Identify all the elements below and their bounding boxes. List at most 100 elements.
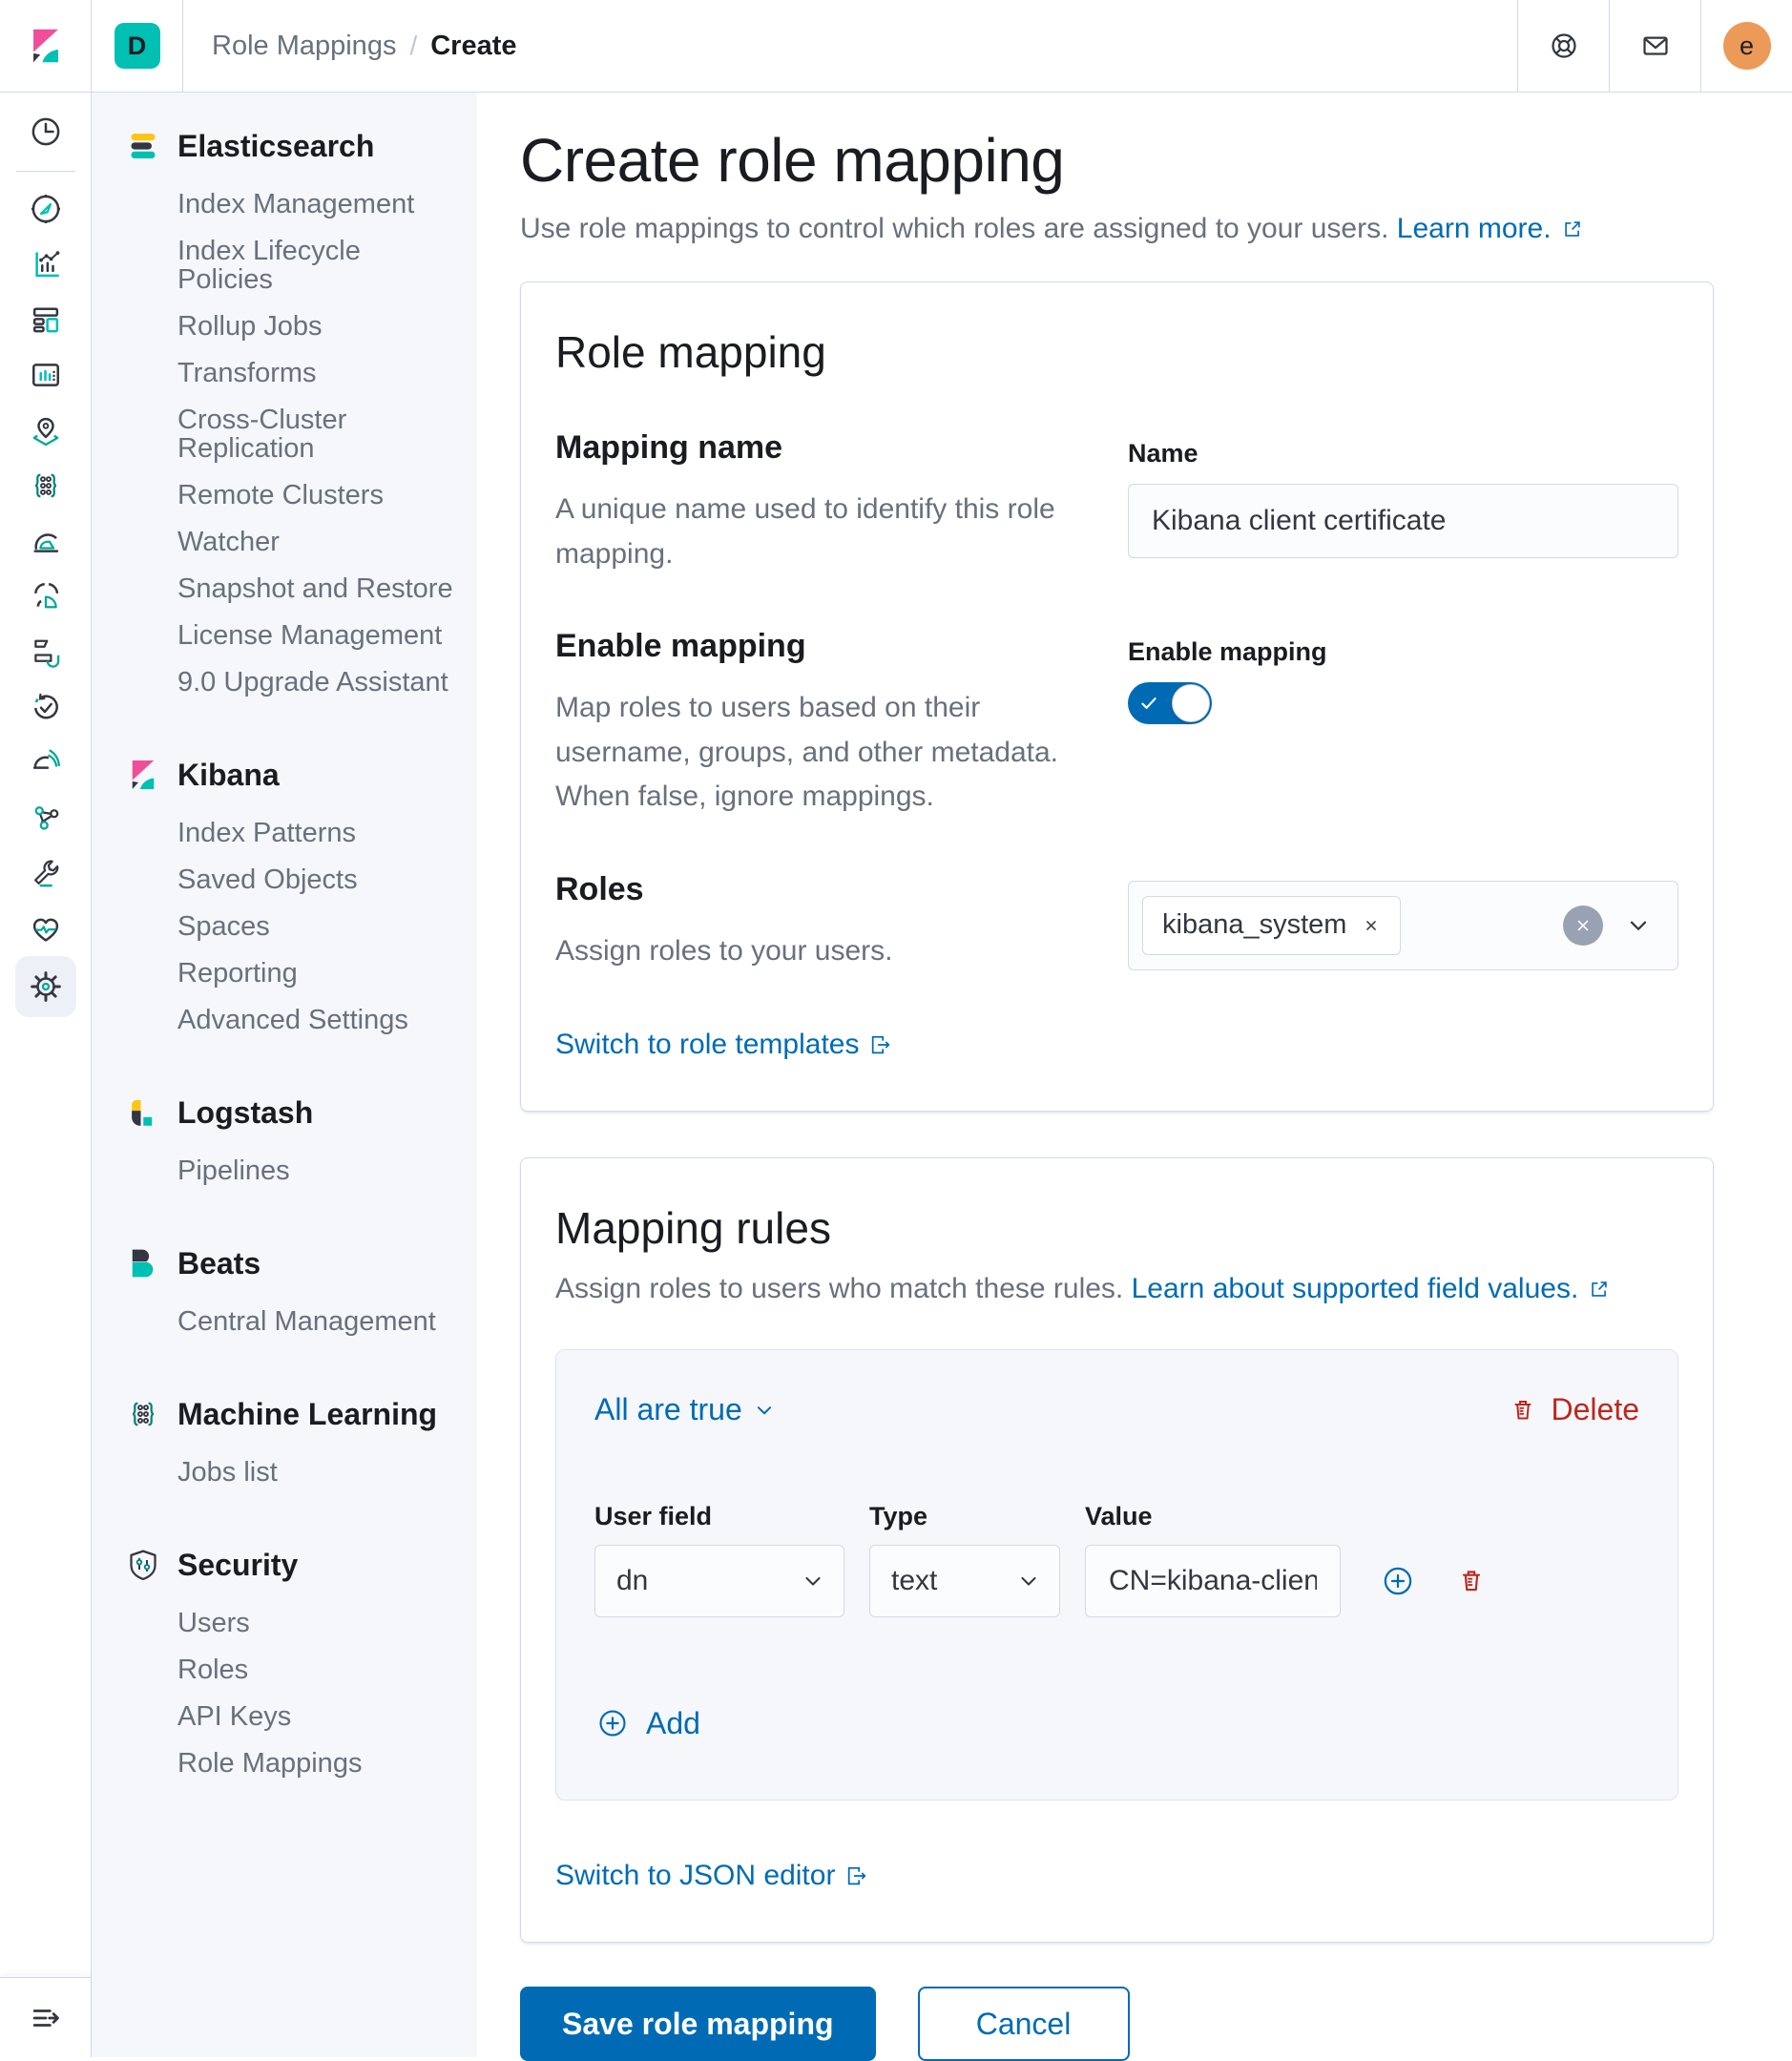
sidebar-item-pipelines[interactable]: Pipelines [124, 1156, 462, 1185]
trash-icon [1508, 1395, 1538, 1426]
enable-mapping-toggle[interactable] [1128, 682, 1212, 724]
sidebar-item-index-patterns[interactable]: Index Patterns [124, 819, 462, 847]
add-rule-button[interactable]: Add [594, 1705, 700, 1741]
space-selector[interactable]: D [92, 0, 183, 92]
nav-canvas-button[interactable] [15, 347, 76, 403]
enable-mapping-description: Map roles to users based on their userna… [555, 686, 1082, 820]
sidebar-item-saved-objects[interactable]: Saved Objects [124, 865, 462, 894]
delete-rule-group-button[interactable]: Delete [1508, 1392, 1640, 1427]
sidebar-item-advanced-settings[interactable]: Advanced Settings [124, 1006, 462, 1034]
space-badge[interactable]: D [115, 23, 160, 69]
sidebar-item-users[interactable]: Users [124, 1609, 462, 1637]
apm-icon [27, 743, 65, 781]
nav-apm-button[interactable] [15, 735, 76, 790]
nav-clock-button[interactable] [15, 104, 76, 159]
roles-combobox[interactable]: kibana_system [1128, 881, 1678, 970]
help-icon [1547, 29, 1581, 63]
sidebar-item-role-mappings[interactable]: Role Mappings [124, 1749, 462, 1778]
nav-compass-button[interactable] [15, 181, 76, 237]
sidebar-item-central-management[interactable]: Central Management [124, 1307, 462, 1336]
sidebar-item-index-management[interactable]: Index Management [124, 190, 462, 219]
switch-role-templates-link[interactable]: Switch to role templates [555, 1029, 894, 1061]
cancel-button[interactable]: Cancel [918, 1987, 1130, 2061]
switch-icon [867, 1031, 894, 1058]
nav-metrics-button[interactable] [15, 513, 76, 569]
avatar[interactable]: e [1723, 22, 1771, 70]
sidebar-item-watcher[interactable]: Watcher [124, 528, 462, 556]
chevron-down-icon [1624, 911, 1653, 940]
sidebar-item-cross-cluster-replication[interactable]: Cross-Cluster Replication [124, 406, 462, 463]
learn-more-link[interactable]: Learn more. [1397, 213, 1585, 245]
stack-management-icon [27, 968, 65, 1006]
user-menu-button[interactable]: e [1700, 0, 1792, 92]
sidebar-section-elasticsearch: Elasticsearch Index Management Index Lifec… [124, 127, 462, 697]
menu-collapse-icon [27, 1999, 65, 2037]
stack-monitoring-icon [27, 909, 65, 947]
nav-uptime-button[interactable] [15, 679, 76, 735]
nav-maps-button[interactable] [15, 403, 76, 458]
nav-stack-monitoring-button[interactable] [15, 901, 76, 956]
roles-clear-button[interactable] [1563, 906, 1603, 946]
enable-mapping-heading: Enable mapping [555, 628, 1082, 665]
sidebar-item-roles[interactable]: Roles [124, 1655, 462, 1684]
nav-logs-button[interactable] [15, 569, 76, 624]
save-role-mapping-button[interactable]: Save role mapping [520, 1987, 876, 2061]
type-select[interactable]: text [869, 1545, 1060, 1617]
mapping-rules-subtitle-text: Assign roles to users who match these ru… [555, 1273, 1123, 1304]
nav-dev-tools-button[interactable] [15, 845, 76, 901]
learn-field-values-label: Learn about supported field values. [1132, 1273, 1579, 1305]
kibana-logo-box[interactable] [0, 0, 92, 92]
learn-more-label: Learn more. [1397, 213, 1552, 245]
nav-infrastructure-button[interactable] [15, 624, 76, 679]
switch-json-editor-link[interactable]: Switch to JSON editor [555, 1860, 870, 1892]
page-title: Create role mapping [520, 125, 1714, 196]
chevron-down-icon [800, 1568, 826, 1594]
breadcrumb-item: Create [430, 31, 516, 62]
nav-machine-learning-button[interactable] [15, 458, 76, 513]
sidebar-item-9-0-upgrade-assistant[interactable]: 9.0 Upgrade Assistant [124, 668, 462, 697]
user-field-value: dn [616, 1565, 648, 1597]
help-menu-button[interactable] [1517, 0, 1609, 92]
roles-caret-button[interactable] [1624, 911, 1653, 940]
sidebar-item-index-lifecycle-policies[interactable]: Index Lifecycle Policies [124, 237, 462, 294]
learn-field-values-link[interactable]: Learn about supported field values. [1132, 1273, 1613, 1305]
mapping-name-heading: Mapping name [555, 429, 1082, 467]
sidebar-item-api-keys[interactable]: API Keys [124, 1702, 462, 1731]
nav-menu-collapse-button[interactable] [15, 1990, 76, 2046]
infrastructure-icon [27, 633, 65, 671]
sidebar-item-license-management[interactable]: License Management [124, 621, 462, 650]
newsfeed-button[interactable] [1609, 0, 1700, 92]
sidebar-section-beats: BeatsCentral Management [124, 1244, 462, 1336]
breadcrumb-item[interactable]: Role Mappings [212, 31, 396, 62]
nav-dashboard-button[interactable] [15, 292, 76, 347]
canvas-icon [27, 356, 65, 394]
sidebar-item-spaces[interactable]: Spaces [124, 912, 462, 941]
role-chip[interactable]: kibana_system [1142, 896, 1401, 955]
sidebar-section-header-logstash: Logstash [124, 1093, 462, 1132]
user-field-select[interactable]: dn [594, 1545, 844, 1617]
rule-value-input[interactable] [1085, 1545, 1341, 1617]
sidebar-item-jobs-list[interactable]: Jobs list [124, 1458, 462, 1487]
app-icon-rail [0, 93, 92, 2057]
switch-role-templates-label: Switch to role templates [555, 1029, 859, 1061]
name-input[interactable] [1128, 484, 1678, 558]
chip-remove-icon[interactable] [1362, 916, 1381, 935]
chevron-down-icon [752, 1398, 777, 1423]
mapping-rules-panel: Mapping rules Assign roles to users who … [520, 1157, 1714, 1943]
roles-row: Roles Assign roles to your users. kibana… [555, 871, 1678, 974]
sidebar-section-header-security: Security [124, 1546, 462, 1584]
dashboard-icon [27, 301, 65, 339]
sidebar-item-reporting[interactable]: Reporting [124, 959, 462, 988]
sidebar-item-transforms[interactable]: Transforms [124, 359, 462, 387]
sidebar-item-remote-clusters[interactable]: Remote Clusters [124, 481, 462, 510]
sidebar-item-rollup-jobs[interactable]: Rollup Jobs [124, 312, 462, 341]
sidebar-item-snapshot-and-restore[interactable]: Snapshot and Restore [124, 574, 462, 603]
sidebar-section-header-elasticsearch: Elasticsearch [124, 127, 462, 165]
nav-visualize-button[interactable] [15, 237, 76, 292]
nav-stack-management-button[interactable] [15, 956, 76, 1017]
page-subtitle: Use role mappings to control which roles… [520, 213, 1714, 245]
rule-condition-dropdown[interactable]: All are true [594, 1392, 777, 1427]
delete-rule-button[interactable] [1455, 1565, 1488, 1597]
add-nested-rule-button[interactable] [1379, 1562, 1417, 1600]
nav-graph-button[interactable] [15, 790, 76, 845]
